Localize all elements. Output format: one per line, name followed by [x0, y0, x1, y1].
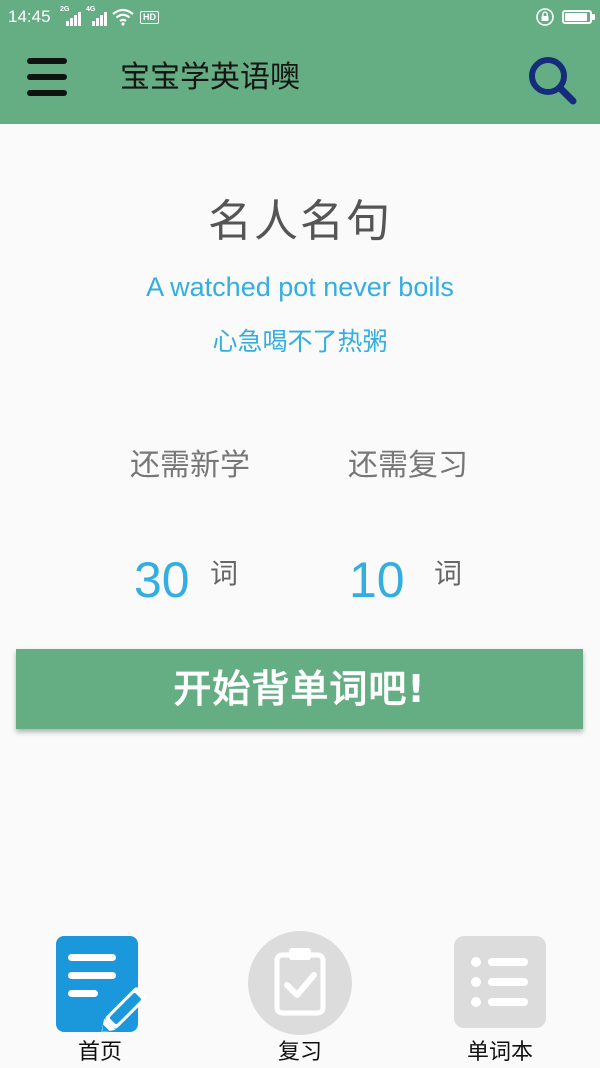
search-icon[interactable] [524, 52, 580, 108]
lock-icon [536, 8, 554, 26]
new-words-label: 还需新学 [130, 448, 250, 483]
quote-english: A watched pot never boils [146, 272, 454, 302]
hd-icon: HD [140, 10, 159, 24]
signal-2g-icon: 2G [60, 6, 82, 26]
app-title: 宝宝学英语噢 [120, 60, 300, 95]
hamburger-menu-icon[interactable] [27, 56, 67, 98]
new-words-count: 30 [134, 552, 190, 608]
review-words-count: 10 [349, 552, 405, 608]
app-bar: 宝宝学英语噢 [0, 34, 600, 124]
status-time: 14:45 [8, 7, 51, 26]
list-icon [454, 936, 546, 1028]
nav-item-review[interactable]: 复习 [230, 930, 370, 1067]
edit-document-icon [56, 936, 147, 1033]
nav-label-home: 首页 [77, 1040, 122, 1065]
nav-label-wordbook: 单词本 [466, 1040, 533, 1065]
status-bar: 14:45 2G 4G HD [0, 0, 600, 34]
nav-item-home[interactable]: 首页 [30, 930, 170, 1067]
nav-label-review: 复习 [277, 1040, 322, 1065]
review-words-label: 还需复习 [348, 448, 468, 483]
signal-4g-icon: 4G [86, 6, 108, 26]
battery-icon [562, 10, 595, 24]
status-icons-right [536, 6, 595, 28]
nav-item-wordbook[interactable]: 单词本 [430, 930, 570, 1067]
quote-heading: 名人名句 [208, 196, 392, 247]
start-learning-button[interactable]: 开始背单词吧! [16, 649, 583, 729]
quote-chinese: 心急喝不了热粥 [212, 327, 388, 356]
wifi-icon [112, 8, 134, 26]
new-words-unit: 词 [210, 557, 239, 590]
clipboard-check-icon [248, 931, 352, 1035]
review-words-unit: 词 [434, 557, 463, 590]
status-icons-left: 2G 4G HD [60, 6, 159, 28]
